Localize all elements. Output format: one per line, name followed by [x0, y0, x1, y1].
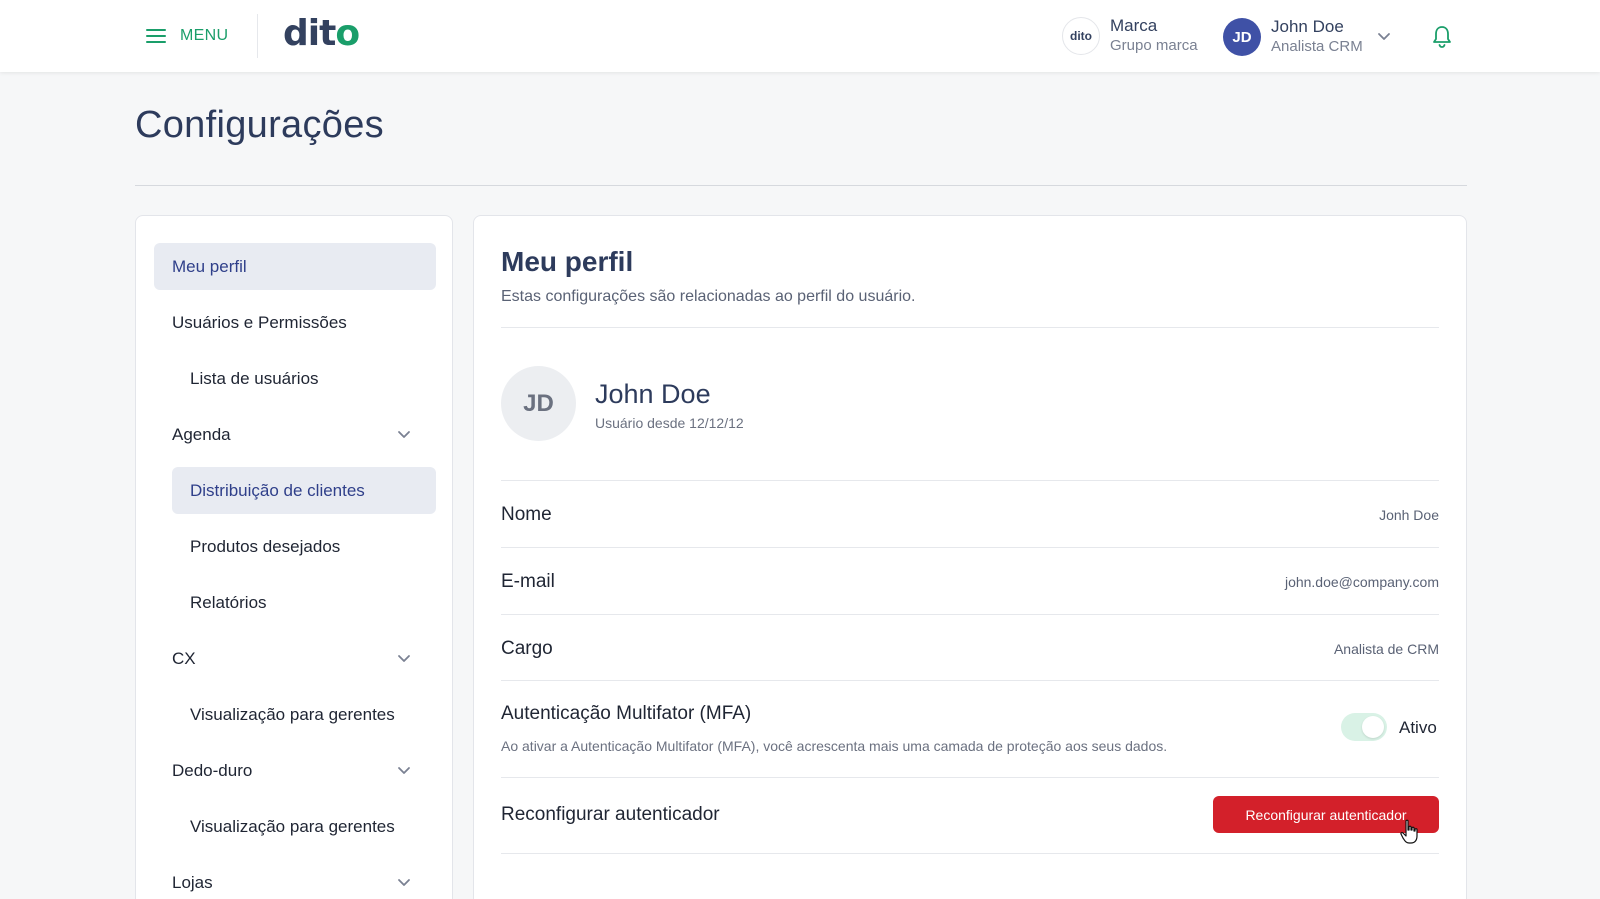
mfa-label: Autenticação Multifator (MFA) [501, 703, 752, 724]
field-value-cargo: Analista de CRM [1333, 641, 1439, 657]
header-divider [257, 14, 258, 58]
divider [501, 480, 1439, 481]
mfa-toggle[interactable] [1341, 713, 1387, 741]
reconfigure-label: Reconfigurar autenticador [501, 804, 720, 825]
hamburger-icon [146, 28, 168, 44]
sidebar-item-meu-perfil[interactable]: Meu perfil [154, 243, 436, 290]
field-value-email: john.doe@company.com [1284, 574, 1439, 590]
profile-avatar: JD [501, 366, 576, 441]
top-header: MENU dito dito Marca Grupo marca JD John… [0, 0, 1600, 72]
section-title: Meu perfil [501, 246, 634, 277]
field-label-cargo: Cargo [501, 638, 553, 659]
chevron-down-icon[interactable] [396, 426, 412, 442]
logo-dot: o [335, 13, 360, 54]
sidebar-item-label: Lojas [172, 872, 213, 892]
sidebar-item-label: Usuários e Permissões [172, 312, 347, 332]
logo-text: dit [283, 13, 336, 54]
field-label-email: E-mail [501, 571, 555, 592]
user-avatar: JD [1223, 18, 1261, 56]
sidebar-item-dedo-duro[interactable]: Dedo-duro [154, 747, 436, 794]
brand-name: Marca [1110, 16, 1158, 35]
chevron-down-icon[interactable] [396, 762, 412, 778]
brand-switcher[interactable]: dito Marca Grupo marca [1062, 16, 1198, 56]
user-role: Analista CRM [1271, 38, 1363, 55]
divider [501, 614, 1439, 615]
bell-icon[interactable] [1430, 24, 1454, 50]
field-value-nome: Jonh Doe [1379, 507, 1439, 523]
user-menu[interactable]: JD John Doe Analista CRM [1223, 17, 1363, 57]
sidebar-item-label: Agenda [172, 424, 231, 444]
dito-logo[interactable]: dito [283, 12, 360, 56]
chevron-down-icon[interactable] [396, 874, 412, 890]
mfa-description: Ao ativar a Autenticação Multifator (MFA… [501, 738, 1168, 754]
sidebar-item-agenda[interactable]: Agenda [154, 411, 436, 458]
sidebar-item-distribuicao-clientes[interactable]: Distribuição de clientes [172, 467, 436, 514]
sidebar-item-relatorios[interactable]: Relatórios [172, 579, 436, 626]
divider [501, 327, 1439, 328]
sidebar-item-lista-usuarios[interactable]: Lista de usuários [172, 355, 436, 402]
sidebar-item-label: Lista de usuários [190, 368, 319, 388]
sidebar-item-label: Dedo-duro [172, 760, 253, 780]
page-title: Configurações [135, 104, 384, 146]
brand-logo: dito [1062, 17, 1100, 55]
profile-since: Usuário desde 12/12/12 [595, 415, 744, 431]
brand-group: Grupo marca [1110, 37, 1198, 54]
user-name: John Doe [1271, 17, 1344, 36]
sidebar-item-visualizacao-gerentes-dedo-duro[interactable]: Visualização para gerentes [172, 803, 436, 850]
sidebar-item-label: Distribuição de clientes [190, 480, 365, 500]
sidebar-item-label: Produtos desejados [190, 536, 341, 556]
sidebar-item-visualizacao-gerentes-cx[interactable]: Visualização para gerentes [172, 691, 436, 738]
field-label-nome: Nome [501, 504, 552, 525]
sidebar-item-label: CX [172, 648, 196, 668]
sidebar-item-usuarios-permissoes[interactable]: Usuários e Permissões [154, 299, 436, 346]
divider [501, 680, 1439, 681]
section-description: Estas configurações são relacionadas ao … [501, 288, 916, 305]
chevron-down-icon[interactable] [396, 650, 412, 666]
sidebar-item-cx[interactable]: CX [154, 635, 436, 682]
sidebar-item-lojas[interactable]: Lojas [154, 859, 436, 899]
toggle-knob [1362, 716, 1384, 738]
title-divider [135, 185, 1467, 186]
profile-panel: Meu perfil Estas configurações são relac… [473, 215, 1467, 899]
sidebar-item-label: Visualização para gerentes [190, 816, 395, 836]
chevron-down-icon[interactable] [1376, 28, 1392, 44]
profile-name: John Doe [595, 379, 711, 409]
sidebar-item-produtos-desejados[interactable]: Produtos desejados [172, 523, 436, 570]
mfa-status-label: Ativo [1399, 718, 1437, 737]
sidebar-item-label: Meu perfil [172, 256, 247, 276]
menu-button[interactable]: MENU [146, 22, 228, 50]
divider [501, 777, 1439, 778]
menu-label: MENU [180, 27, 229, 44]
sidebar-item-label: Relatórios [190, 592, 267, 612]
divider [501, 547, 1439, 548]
divider [501, 853, 1439, 854]
reconfigure-authenticator-button[interactable]: Reconfigurar autenticador [1213, 796, 1439, 833]
sidebar-item-label: Visualização para gerentes [190, 704, 395, 724]
settings-sidebar: Meu perfil Usuários e Permissões Lista d… [135, 215, 453, 899]
